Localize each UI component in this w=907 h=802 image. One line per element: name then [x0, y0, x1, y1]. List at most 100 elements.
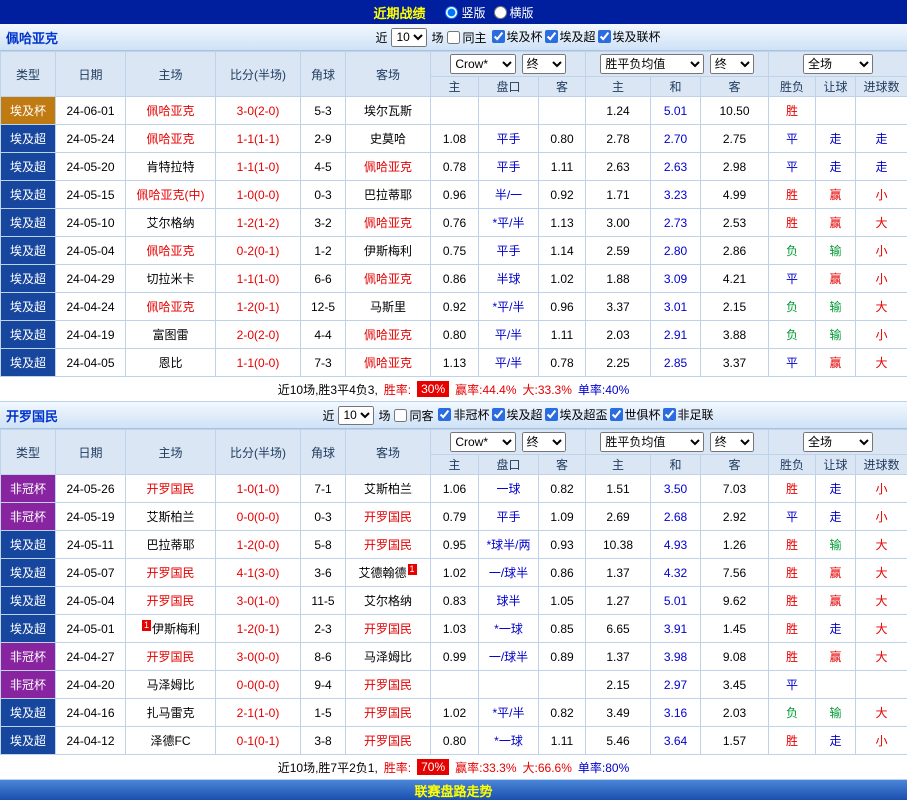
score-cell[interactable]: 0-0(0-0): [216, 671, 301, 699]
score-cell[interactable]: 2-1(1-0): [216, 699, 301, 727]
away-team-cell[interactable]: 史莫哈: [346, 125, 431, 153]
away-team-cell[interactable]: 开罗国民: [346, 503, 431, 531]
score-cell[interactable]: 1-1(1-0): [216, 153, 301, 181]
score-cell[interactable]: 1-2(0-0): [216, 531, 301, 559]
away-team-cell[interactable]: 佩哈亚克: [346, 265, 431, 293]
vertical-radio[interactable]: [445, 6, 458, 19]
league-checkbox[interactable]: [610, 408, 623, 421]
layout-radio-vertical[interactable]: 竖版: [445, 4, 485, 21]
score-cell[interactable]: 4-1(3-0): [216, 559, 301, 587]
odds-time-select[interactable]: 终: [522, 54, 566, 74]
team-header-bar: 开罗国民 近 10 场 同客 非冠杯埃及超埃及超盃世俱杯非足联: [0, 402, 907, 429]
score-cell[interactable]: 1-0(1-0): [216, 475, 301, 503]
home-team-cell[interactable]: 佩哈亚克(中): [126, 181, 216, 209]
league-filter[interactable]: 世俱杯: [610, 406, 661, 423]
europe-odds-select[interactable]: 胜平负均值: [600, 54, 704, 74]
odds-provider-select[interactable]: Crow*: [450, 54, 516, 74]
score-cell[interactable]: 1-0(0-0): [216, 181, 301, 209]
home-team-cell[interactable]: 马泽姆比: [126, 671, 216, 699]
away-team-cell[interactable]: 开罗国民: [346, 671, 431, 699]
away-team-cell[interactable]: 开罗国民: [346, 727, 431, 755]
away-team-cell[interactable]: 佩哈亚克: [346, 209, 431, 237]
fulltime-select[interactable]: 全场: [803, 432, 873, 452]
league-checkbox[interactable]: [492, 408, 505, 421]
layout-radio-horizontal[interactable]: 横版: [494, 4, 534, 21]
home-team-cell[interactable]: 佩哈亚克: [126, 97, 216, 125]
home-team-cell[interactable]: 富图雷: [126, 321, 216, 349]
home-team-cell[interactable]: 泽德FC: [126, 727, 216, 755]
away-team-cell[interactable]: 佩哈亚克: [346, 321, 431, 349]
away-team-cell[interactable]: 马斯里: [346, 293, 431, 321]
league-checkbox[interactable]: [545, 30, 558, 43]
europe-odds-select[interactable]: 胜平负均值: [600, 432, 704, 452]
away-team-cell[interactable]: 开罗国民: [346, 699, 431, 727]
score-cell[interactable]: 3-0(2-0): [216, 97, 301, 125]
away-team-cell[interactable]: 佩哈亚克: [346, 153, 431, 181]
away-team-cell[interactable]: 埃尔瓦斯: [346, 97, 431, 125]
score-cell[interactable]: 1-2(0-1): [216, 615, 301, 643]
league-filter[interactable]: 埃及超盃: [545, 406, 608, 423]
away-team-cell[interactable]: 艾尔格纳: [346, 587, 431, 615]
league-checkbox[interactable]: [598, 30, 611, 43]
home-team-cell[interactable]: 佩哈亚克: [126, 293, 216, 321]
away-team-cell[interactable]: 艾德翰德1: [346, 559, 431, 587]
score-cell[interactable]: 1-1(1-1): [216, 125, 301, 153]
corner-cell: 7-1: [301, 475, 346, 503]
recent-count-select[interactable]: 10: [391, 28, 427, 47]
home-team-cell[interactable]: 开罗国民: [126, 587, 216, 615]
home-team-cell[interactable]: 切拉米卡: [126, 265, 216, 293]
home-team-cell[interactable]: 巴拉蒂耶: [126, 531, 216, 559]
europe-time-select[interactable]: 终: [710, 54, 754, 74]
recent-count-select[interactable]: 10: [338, 406, 374, 425]
same-venue-filter[interactable]: 同主: [447, 29, 486, 46]
score-cell[interactable]: 3-0(0-0): [216, 643, 301, 671]
same-venue-filter[interactable]: 同客: [394, 407, 433, 424]
league-checkbox[interactable]: [663, 408, 676, 421]
score-cell[interactable]: 1-1(0-0): [216, 349, 301, 377]
same-venue-checkbox[interactable]: [447, 31, 460, 44]
league-filter[interactable]: 埃及超: [492, 406, 543, 423]
away-team-cell[interactable]: 艾斯柏兰: [346, 475, 431, 503]
league-filter[interactable]: 埃及联杯: [598, 28, 661, 45]
fulltime-select[interactable]: 全场: [803, 54, 873, 74]
score-cell[interactable]: 1-1(1-0): [216, 265, 301, 293]
score-cell[interactable]: 0-0(0-0): [216, 503, 301, 531]
score-cell[interactable]: 1-2(0-1): [216, 293, 301, 321]
score-cell[interactable]: 0-1(0-1): [216, 727, 301, 755]
league-filter[interactable]: 非冠杯: [438, 406, 489, 423]
handicap-result-cell: 赢: [816, 349, 856, 377]
home-team-cell[interactable]: 艾尔格纳: [126, 209, 216, 237]
away-team-cell[interactable]: 开罗国民: [346, 615, 431, 643]
league-filter[interactable]: 非足联: [663, 406, 714, 423]
home-team-cell[interactable]: 开罗国民: [126, 559, 216, 587]
score-cell[interactable]: 2-0(2-0): [216, 321, 301, 349]
score-cell[interactable]: 0-2(0-1): [216, 237, 301, 265]
home-team-cell[interactable]: 艾斯柏兰: [126, 503, 216, 531]
europe-time-select[interactable]: 终: [710, 432, 754, 452]
horizontal-radio[interactable]: [494, 6, 507, 19]
home-team-cell[interactable]: 1伊斯梅利: [126, 615, 216, 643]
league-filter[interactable]: 埃及杯: [492, 28, 543, 45]
score-cell[interactable]: 1-2(1-2): [216, 209, 301, 237]
away-team-cell[interactable]: 开罗国民: [346, 531, 431, 559]
away-team-cell[interactable]: 伊斯梅利: [346, 237, 431, 265]
league-checkbox[interactable]: [438, 408, 451, 421]
home-team-cell[interactable]: 佩哈亚克: [126, 125, 216, 153]
home-team-cell[interactable]: 开罗国民: [126, 643, 216, 671]
score-cell[interactable]: 3-0(1-0): [216, 587, 301, 615]
away-win-odds-cell: 2.15: [701, 293, 769, 321]
league-checkbox[interactable]: [492, 30, 505, 43]
home-team-cell[interactable]: 恩比: [126, 349, 216, 377]
away-team-cell[interactable]: 马泽姆比: [346, 643, 431, 671]
home-team-cell[interactable]: 开罗国民: [126, 475, 216, 503]
away-team-cell[interactable]: 巴拉蒂耶: [346, 181, 431, 209]
away-team-cell[interactable]: 佩哈亚克: [346, 349, 431, 377]
home-team-cell[interactable]: 佩哈亚克: [126, 237, 216, 265]
home-team-cell[interactable]: 肯特拉特: [126, 153, 216, 181]
league-filter[interactable]: 埃及超: [545, 28, 596, 45]
home-team-cell[interactable]: 扎马雷克: [126, 699, 216, 727]
odds-time-select[interactable]: 终: [522, 432, 566, 452]
league-checkbox[interactable]: [545, 408, 558, 421]
odds-provider-select[interactable]: Crow*: [450, 432, 516, 452]
same-venue-checkbox[interactable]: [394, 409, 407, 422]
